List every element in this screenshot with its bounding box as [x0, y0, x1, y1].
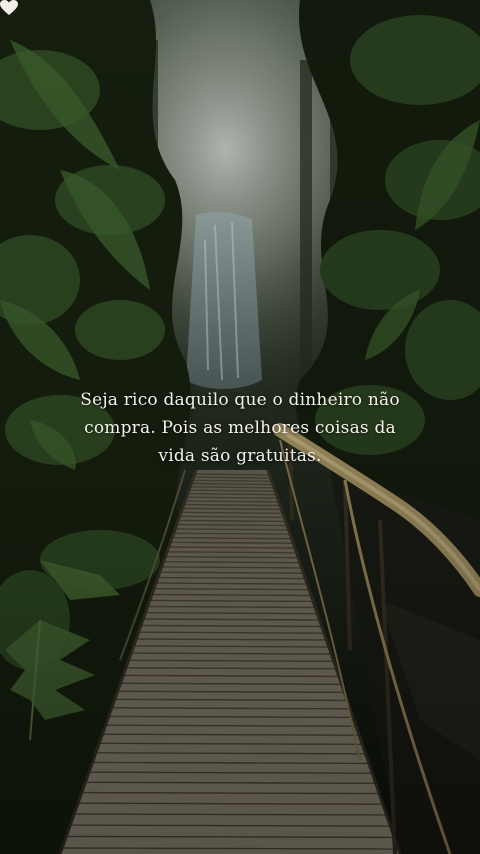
quote-line: Seja rico daquilo que o dinheiro não [80, 390, 400, 410]
quote-text: Seja rico daquilo que o dinheiro não com… [40, 386, 440, 470]
quote-line: vida são gratuitas. [158, 446, 322, 466]
heart-icon [0, 0, 18, 15]
photo-background: Seja rico daquilo que o dinheiro não com… [0, 0, 480, 854]
quote-line: compra. Pois as melhores coisas da [84, 418, 396, 438]
